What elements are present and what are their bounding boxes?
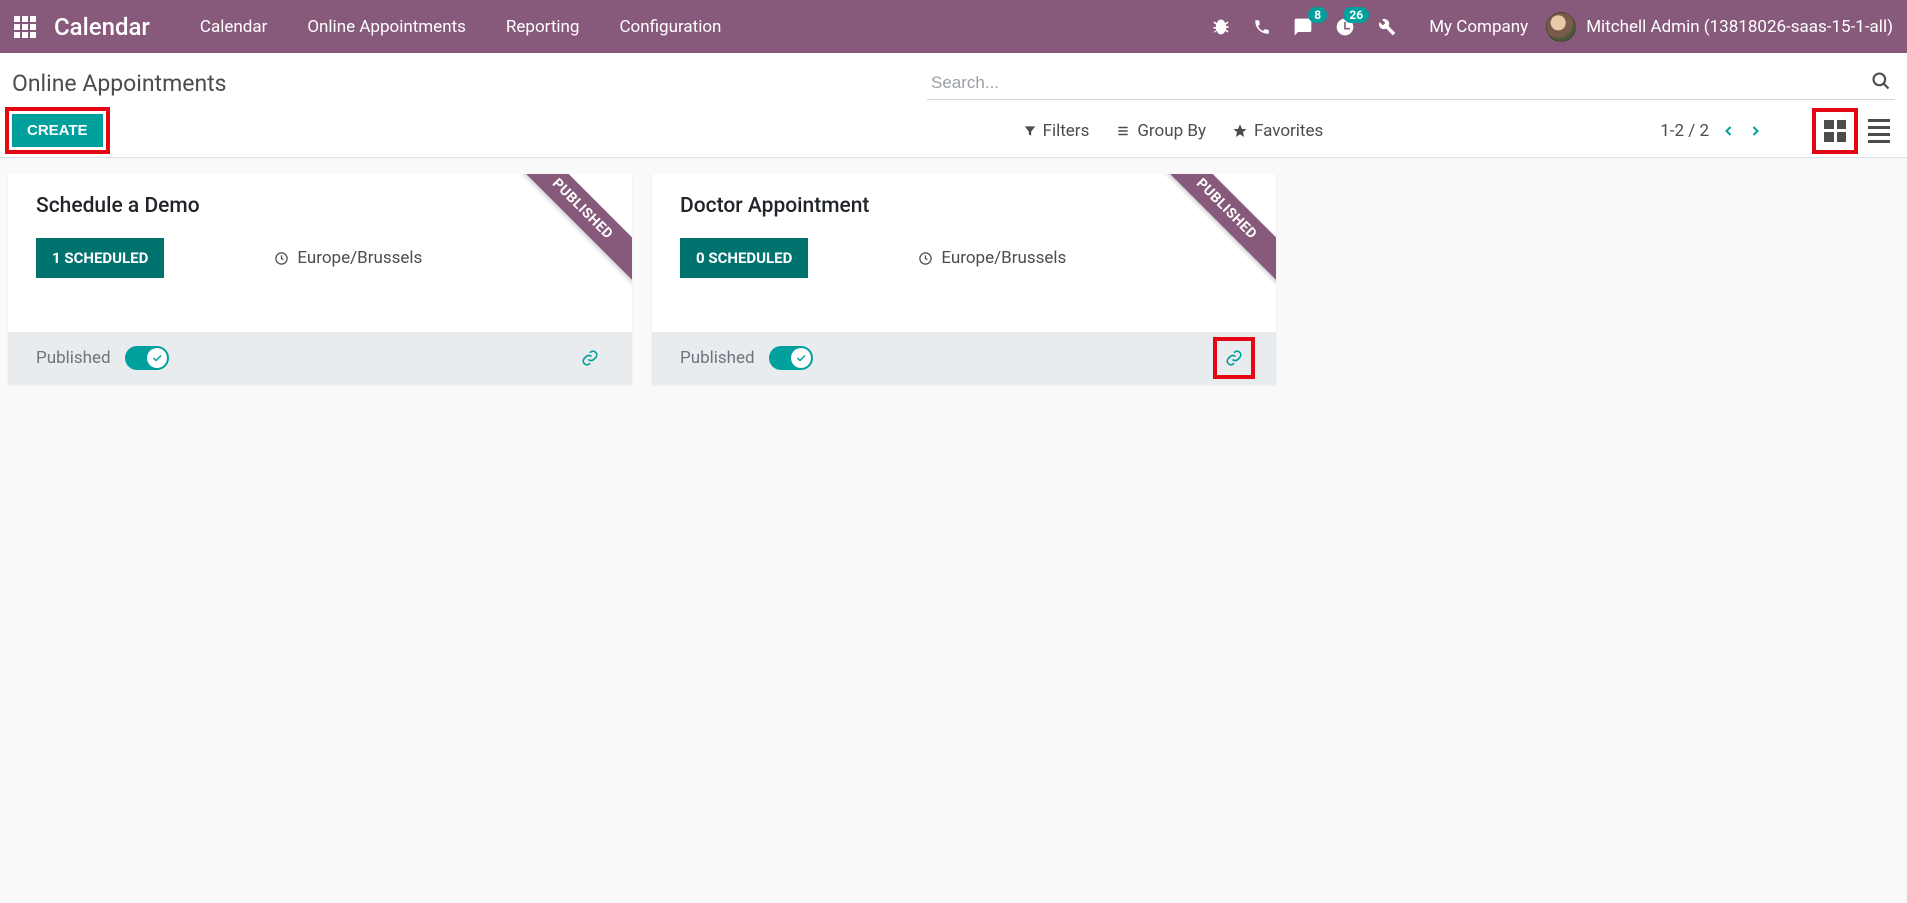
card-title: Doctor Appointment bbox=[680, 194, 1248, 218]
chat-icon[interactable]: 8 bbox=[1293, 17, 1313, 37]
published-toggle[interactable] bbox=[769, 346, 813, 370]
kanban-icon bbox=[1824, 120, 1846, 142]
list-icon bbox=[1115, 124, 1131, 138]
nav-online-appointments[interactable]: Online Appointments bbox=[287, 17, 486, 37]
pager: 1-2 / 2 bbox=[1660, 121, 1761, 141]
appointment-card[interactable]: Schedule a Demo 1 SCHEDULED Europe/Bruss… bbox=[8, 174, 632, 384]
chevron-left-icon bbox=[1723, 123, 1735, 139]
view-switcher bbox=[1819, 115, 1895, 147]
list-view-button[interactable] bbox=[1863, 115, 1895, 147]
timezone: Europe/Brussels bbox=[918, 248, 1066, 268]
card-title: Schedule a Demo bbox=[36, 194, 604, 218]
check-icon bbox=[151, 352, 163, 364]
kanban-view-button[interactable] bbox=[1819, 115, 1851, 147]
filters-label: Filters bbox=[1043, 121, 1090, 141]
clock-icon bbox=[274, 251, 289, 266]
chat-badge: 8 bbox=[1308, 7, 1327, 23]
system-tray: 8 26 bbox=[1211, 17, 1397, 37]
published-label: Published bbox=[36, 348, 111, 368]
phone-icon[interactable] bbox=[1253, 18, 1271, 36]
published-label: Published bbox=[680, 348, 755, 368]
published-toggle[interactable] bbox=[125, 346, 169, 370]
scheduled-badge[interactable]: 1 SCHEDULED bbox=[36, 238, 164, 278]
share-link-button[interactable] bbox=[1220, 344, 1248, 372]
pager-next[interactable] bbox=[1749, 123, 1761, 139]
search-box bbox=[927, 67, 1895, 100]
filter-icon bbox=[1023, 124, 1037, 138]
pager-prev[interactable] bbox=[1723, 123, 1735, 139]
clock-icon bbox=[918, 251, 933, 266]
topbar: Calendar Calendar Online Appointments Re… bbox=[0, 0, 1907, 53]
kanban-area: Schedule a Demo 1 SCHEDULED Europe/Bruss… bbox=[0, 158, 1907, 400]
pager-text: 1-2 / 2 bbox=[1660, 121, 1709, 141]
list-view-icon bbox=[1868, 119, 1890, 143]
create-button[interactable]: CREATE bbox=[12, 114, 103, 147]
favorites-label: Favorites bbox=[1254, 121, 1323, 141]
control-panel: Online Appointments CREATE Filters Group… bbox=[0, 53, 1907, 158]
brand: Calendar bbox=[54, 13, 150, 41]
groupby-button[interactable]: Group By bbox=[1115, 121, 1206, 141]
appointment-card[interactable]: Doctor Appointment 0 SCHEDULED Europe/Br… bbox=[652, 174, 1276, 384]
user-name: Mitchell Admin (13818026-saas-15-1-all) bbox=[1586, 17, 1893, 37]
activity-icon[interactable]: 26 bbox=[1335, 17, 1355, 37]
favorites-button[interactable]: Favorites bbox=[1232, 121, 1323, 141]
search-toolbar: Filters Group By Favorites bbox=[1023, 121, 1324, 141]
company-switcher[interactable]: My Company bbox=[1429, 17, 1528, 37]
page-title: Online Appointments bbox=[12, 70, 227, 97]
apps-icon[interactable] bbox=[14, 16, 36, 38]
activity-badge: 26 bbox=[1343, 7, 1369, 23]
search-icon[interactable] bbox=[1871, 71, 1891, 91]
link-icon bbox=[581, 349, 599, 367]
filters-button[interactable]: Filters bbox=[1023, 121, 1090, 141]
search-input[interactable] bbox=[927, 67, 1895, 100]
timezone-label: Europe/Brussels bbox=[297, 248, 422, 268]
toolbar-right: 1-2 / 2 bbox=[1660, 115, 1895, 147]
bug-icon[interactable] bbox=[1211, 17, 1231, 37]
share-link-button[interactable] bbox=[576, 344, 604, 372]
link-icon bbox=[1225, 349, 1243, 367]
timezone: Europe/Brussels bbox=[274, 248, 422, 268]
nav-configuration[interactable]: Configuration bbox=[599, 17, 741, 37]
check-icon bbox=[795, 352, 807, 364]
nav-calendar[interactable]: Calendar bbox=[180, 17, 287, 37]
groupby-label: Group By bbox=[1137, 121, 1206, 141]
timezone-label: Europe/Brussels bbox=[941, 248, 1066, 268]
tools-icon[interactable] bbox=[1377, 17, 1397, 37]
scheduled-badge[interactable]: 0 SCHEDULED bbox=[680, 238, 808, 278]
chevron-right-icon bbox=[1749, 123, 1761, 139]
user-menu[interactable]: Mitchell Admin (13818026-saas-15-1-all) bbox=[1546, 12, 1893, 42]
nav-links: Calendar Online Appointments Reporting C… bbox=[180, 17, 742, 37]
star-icon bbox=[1232, 123, 1248, 139]
avatar bbox=[1546, 12, 1576, 42]
nav-reporting[interactable]: Reporting bbox=[486, 17, 600, 37]
